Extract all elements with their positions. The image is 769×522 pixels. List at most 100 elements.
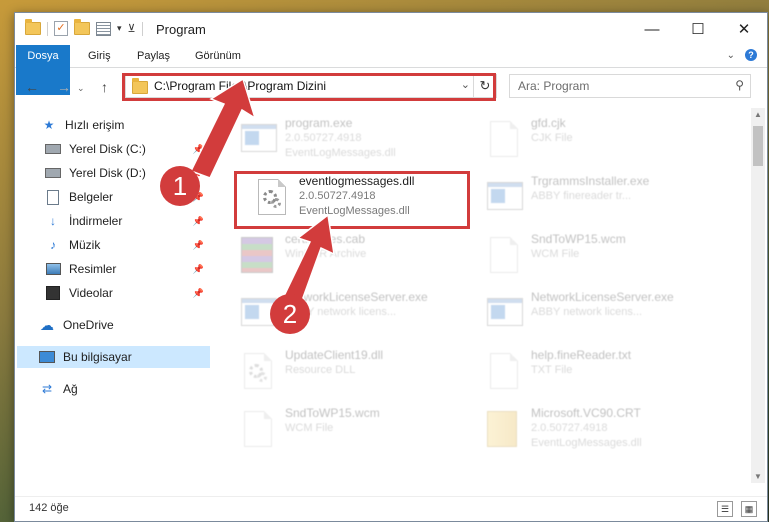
file-list: program.exe 2.0.50727.4918 EventLogMessa… (225, 108, 745, 483)
sidebar-item-disk-c[interactable]: Yerel Disk (C:) 📌 (45, 138, 210, 160)
file-name: gfd.cjk (531, 116, 566, 130)
exe-icon (241, 292, 277, 332)
sidebar-item-label: Yerel Disk (D:) (69, 166, 146, 180)
sidebar-item-label: İndirmeler (69, 214, 123, 228)
sidebar-item-onedrive[interactable]: ☁ OneDrive (39, 314, 210, 336)
list-item[interactable]: SndToWP15.wcm WCM File (235, 402, 475, 452)
file-description: EventLogMessages.dll (531, 437, 642, 449)
file-name: TrgrammsInstaller.exe (531, 174, 650, 188)
list-item[interactable]: certificates.cab WinRAR Archive (235, 228, 475, 278)
sidebar-item-music[interactable]: ♪ Müzik 📌 (45, 234, 210, 256)
file-type: WCM File (531, 248, 580, 260)
scroll-down-icon[interactable]: ▼ (754, 472, 762, 481)
divider (47, 21, 48, 36)
sidebar-item-label: Müzik (69, 238, 101, 252)
ribbon-tabs: Dosya Giriş Paylaş Görünüm ⌄ ? (15, 45, 767, 95)
file-type: TXT File (531, 364, 573, 376)
up-arrow-icon[interactable]: ↑ (101, 79, 108, 95)
list-item[interactable]: NetworkLicenseServer.exe ABBY network li… (481, 286, 721, 336)
exe-icon (487, 292, 523, 332)
ribbon-right: ⌄ ? (727, 49, 757, 61)
file-icon (487, 350, 519, 390)
help-icon[interactable]: ? (745, 49, 757, 61)
list-item[interactable]: SndToWP15.wcm WCM File (481, 228, 721, 278)
large-icons-view-icon[interactable]: ▦ (741, 501, 757, 517)
list-item[interactable]: gfd.cjk CJK File (481, 112, 721, 162)
forward-arrow-icon[interactable]: → (57, 79, 71, 95)
list-item[interactable]: UpdateClient19.dll Resource DLL (235, 344, 475, 394)
file-name: SndToWP15.wcm (285, 406, 380, 420)
search-input[interactable]: Ara: Program (518, 79, 589, 93)
search-box[interactable]: Ara: Program ⚲ (509, 74, 751, 98)
file-highlight-box (234, 171, 470, 229)
list-item[interactable]: program.exe 2.0.50727.4918 EventLogMessa… (235, 112, 475, 162)
maximize-button[interactable]: ☐ (675, 13, 721, 45)
sidebar-item-this-pc[interactable]: Bu bilgisayar (17, 346, 210, 368)
chevron-down-icon[interactable]: ⌄ (727, 50, 735, 61)
pin-icon: 📌 (192, 215, 204, 226)
sidebar-item-label: Resimler (69, 262, 117, 276)
sidebar-item-quick-access[interactable]: ★ Hızlı erişim (41, 114, 236, 136)
pictures-icon (45, 262, 61, 276)
file-type: CJK File (531, 132, 573, 144)
sidebar-item-downloads[interactable]: ↓ İndirmeler 📌 (45, 210, 210, 232)
pin-icon: 📌 (192, 263, 204, 274)
view-switcher: ☰ ▦ (717, 501, 757, 517)
file-name: help.fineReader.txt (531, 348, 632, 362)
vertical-scrollbar[interactable]: ▲ ▼ (751, 108, 765, 483)
step-1-badge: 1 (160, 166, 200, 206)
scrollbar-thumb[interactable] (753, 126, 763, 166)
window-controls: — ☐ ✕ (629, 13, 767, 45)
tab-home[interactable]: Giriş (88, 45, 111, 67)
sidebar-item-label: Yerel Disk (C:) (69, 142, 146, 156)
step-2-badge: 2 (270, 294, 310, 334)
video-icon (45, 286, 61, 300)
customize-toolbar-icon[interactable]: ⊻ (128, 22, 136, 35)
sidebar-item-pictures[interactable]: Resimler 📌 (45, 258, 210, 280)
close-button[interactable]: ✕ (721, 13, 767, 45)
download-icon: ↓ (50, 214, 56, 228)
file-name: certificates.cab (285, 232, 366, 246)
address-highlight-box (122, 73, 496, 101)
file-type: ABBY finereader tr... (531, 190, 632, 202)
file-name: Microsoft.VC90.CRT (531, 406, 641, 420)
list-item[interactable]: Microsoft.VC90.CRT 2.0.50727.4918 EventL… (481, 402, 721, 452)
back-arrow-icon[interactable]: ← (25, 79, 39, 95)
recent-locations-icon[interactable]: ⌄ (77, 83, 85, 94)
exe-icon (487, 176, 523, 216)
properties-icon[interactable] (96, 21, 111, 36)
tab-share[interactable]: Paylaş (137, 45, 170, 67)
tab-view[interactable]: Görünüm (195, 45, 241, 67)
sidebar-item-label: OneDrive (63, 318, 114, 332)
sidebar-item-label: Belgeler (69, 190, 114, 204)
dll-gear-icon (241, 350, 273, 390)
scroll-up-icon[interactable]: ▲ (754, 110, 762, 119)
sidebar-item-videos[interactable]: Videolar 📌 (45, 282, 210, 304)
file-name: NetworkLicenseServer.exe (531, 290, 674, 304)
documents-icon (45, 189, 61, 205)
file-name: SndToWP15.wcm (531, 232, 626, 246)
list-item[interactable]: TrgrammsInstaller.exe ABBY finereader tr… (481, 170, 721, 220)
file-icon (487, 234, 519, 274)
file-icon (241, 408, 273, 448)
properties-check-icon[interactable]: ✓ (54, 21, 68, 36)
file-version: 2.0.50727.4918 (285, 132, 362, 144)
sidebar-item-network[interactable]: ⇄ Ağ (39, 378, 210, 400)
sidebar-item-label: Bu bilgisayar (63, 350, 132, 364)
details-view-icon[interactable]: ☰ (717, 501, 733, 517)
cloud-icon: ☁ (40, 316, 54, 333)
file-type: Resource DLL (285, 364, 356, 376)
file-type: WCM File (285, 422, 334, 434)
minimize-button[interactable]: — (629, 13, 675, 45)
sidebar-item-label: Ağ (63, 382, 78, 396)
chevron-down-icon[interactable]: ▾ (117, 23, 122, 34)
status-bar: 142 öğe ☰ ▦ (15, 496, 767, 521)
file-description: EventLogMessages.dll (285, 147, 396, 159)
pin-icon: 📌 (192, 287, 204, 298)
file-type: ABBY network licens... (531, 306, 643, 318)
new-folder-icon[interactable] (74, 19, 90, 35)
list-item[interactable]: help.fineReader.txt TXT File (481, 344, 721, 394)
item-count: 142 öğe (29, 502, 69, 514)
window-title: Program (156, 22, 206, 37)
file-name: UpdateClient19.dll (285, 348, 384, 362)
